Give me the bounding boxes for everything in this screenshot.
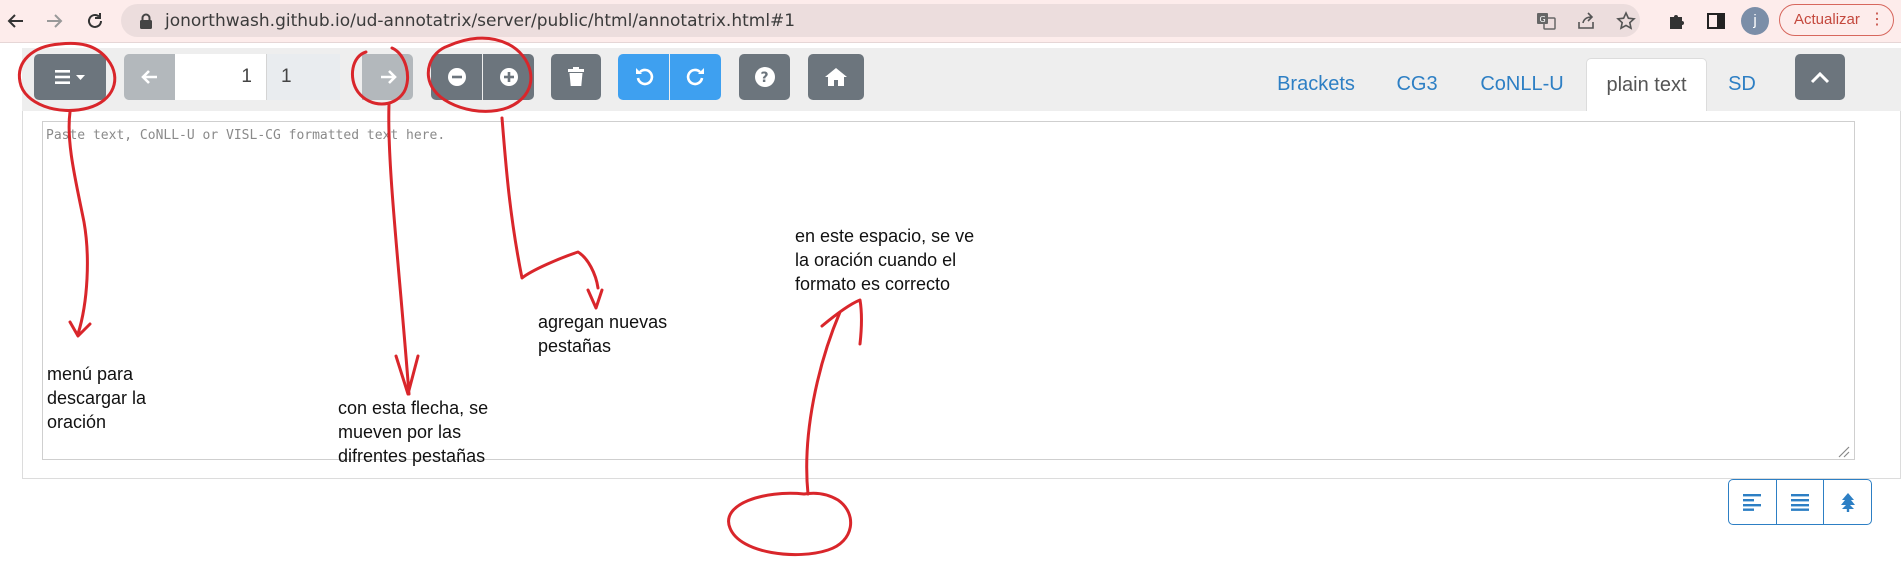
forward-arrow-icon[interactable] (40, 7, 68, 35)
home-icon (825, 68, 847, 86)
add-sentence-button[interactable] (483, 54, 534, 100)
redo-button[interactable] (670, 54, 721, 100)
align-left-icon (1743, 494, 1762, 511)
help-button[interactable]: ? (739, 54, 790, 100)
browser-toolbar: jonorthwash.github.io/ud-annotatrix/serv… (0, 0, 1901, 43)
undo-icon (635, 68, 653, 86)
star-icon[interactable] (1614, 9, 1638, 33)
view-mode-group (1728, 479, 1872, 525)
tab-plain-text[interactable]: plain text (1586, 58, 1707, 112)
profile-avatar[interactable]: j (1741, 7, 1769, 35)
tree-view-button[interactable] (1824, 480, 1871, 524)
lock-icon[interactable] (134, 9, 158, 33)
total-sentences: 1 (267, 54, 340, 100)
translate-icon[interactable]: G (1534, 9, 1558, 33)
right-arrow-icon (380, 70, 397, 84)
tab-cg3[interactable]: CG3 (1385, 58, 1449, 112)
tab-conllu[interactable]: CoNLL-U (1468, 58, 1576, 112)
trash-icon (568, 67, 584, 86)
tree-icon (1840, 493, 1855, 512)
remove-sentence-button[interactable] (431, 54, 482, 100)
undo-button[interactable] (618, 54, 669, 100)
space-circle-mark (727, 491, 853, 557)
help-icon: ? (754, 67, 775, 87)
share-icon[interactable] (1574, 9, 1598, 33)
tab-sd[interactable]: SD (1720, 58, 1764, 112)
kebab-menu-icon[interactable]: ⋮ (1869, 5, 1885, 34)
minus-circle-icon (447, 68, 466, 86)
update-button[interactable]: Actualizar ⋮ (1779, 4, 1894, 36)
resize-handle-icon[interactable] (1836, 444, 1850, 458)
plus-circle-icon (499, 68, 518, 86)
back-arrow-icon[interactable] (2, 7, 30, 35)
current-sentence-input[interactable]: 1 (175, 54, 267, 100)
tab-brackets[interactable]: Brackets (1261, 58, 1371, 112)
align-justify-button[interactable] (1777, 480, 1825, 524)
url-text[interactable]: jonorthwash.github.io/ud-annotatrix/serv… (165, 11, 795, 31)
align-justify-icon (1791, 494, 1809, 511)
next-sentence-button[interactable] (362, 54, 413, 100)
reload-icon[interactable] (81, 7, 109, 35)
previous-sentence-button[interactable] (124, 54, 175, 100)
hamburger-menu-icon (55, 70, 85, 84)
sidebar-icon[interactable] (1704, 9, 1728, 33)
menu-button[interactable] (34, 54, 106, 100)
home-button[interactable] (808, 54, 864, 100)
svg-text:G: G (1540, 15, 1546, 24)
extensions-icon[interactable] (1664, 9, 1688, 33)
redo-icon (686, 68, 704, 86)
annotation-tabs: agregan nuevas pestañas (538, 312, 668, 356)
delete-button[interactable] (551, 54, 601, 100)
svg-text:?: ? (760, 70, 768, 86)
annotation-menu: menú para descargar la oración (47, 364, 147, 432)
annotation-arrow: con esta flecha, se mueven por las difre… (338, 398, 489, 466)
align-left-button[interactable] (1729, 480, 1777, 524)
text-input-placeholder: Paste text, CoNLL-U or VISL-CG formatted… (46, 128, 446, 143)
chevron-up-icon (1810, 71, 1830, 84)
left-arrow-icon (140, 70, 157, 84)
annotation-space: en este espacio, se ve la oración cuando… (795, 226, 975, 294)
update-label: Actualizar (1794, 11, 1860, 28)
collapse-button[interactable] (1795, 54, 1845, 100)
sentence-counter: 1 1 (175, 54, 340, 100)
